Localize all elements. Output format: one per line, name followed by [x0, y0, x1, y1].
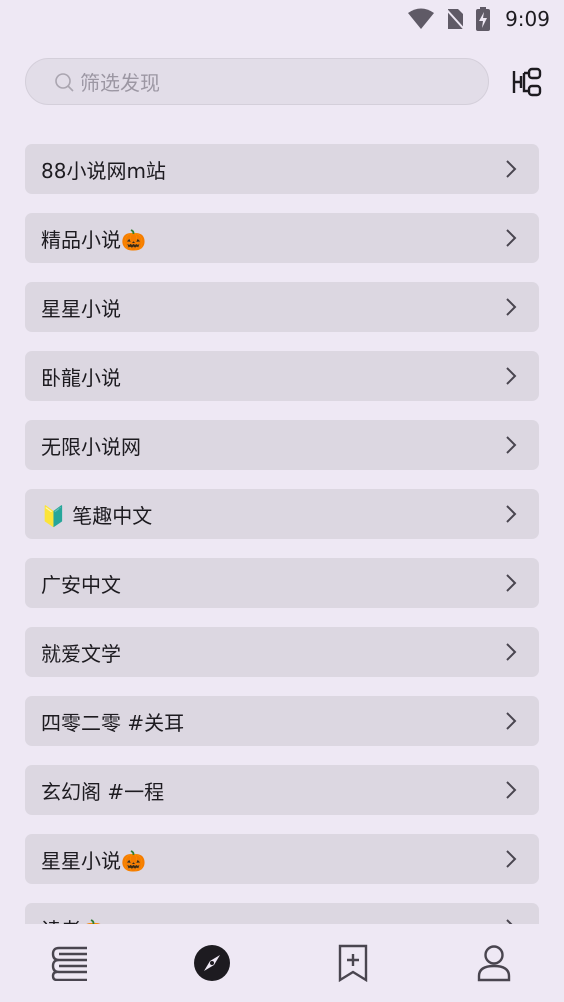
list-item-label: 88小说网m站 — [41, 158, 166, 183]
explore-icon — [193, 945, 230, 981]
list-item-label: 星星小说 — [41, 296, 121, 321]
list-item-label: 四零二零 #关耳 — [41, 710, 185, 735]
search-icon — [55, 72, 74, 92]
list-item[interactable]: 🔰 笔趣中文 — [25, 489, 539, 539]
list-item-label: 玄幻阁 #一程 — [41, 779, 165, 804]
list-item-label: 广安中文 — [41, 572, 121, 597]
chevron-right-icon — [505, 297, 517, 317]
list-item[interactable]: 广安中文 — [25, 558, 539, 608]
list-item[interactable]: 就爱文学 — [25, 627, 539, 677]
list-item[interactable]: 四零二零 #关耳 — [25, 696, 539, 746]
wifi-icon — [407, 8, 435, 30]
chevron-right-icon — [505, 504, 517, 524]
list-item[interactable]: 精品小说🎃 — [25, 213, 539, 263]
nav-bookshelf[interactable] — [41, 933, 101, 993]
list-item-label: 卧龍小说 — [41, 365, 121, 390]
profile-icon — [477, 945, 510, 982]
chevron-right-icon — [505, 228, 517, 248]
search-placeholder: 筛选发现 — [80, 71, 160, 95]
search-row: 筛选发现 — [25, 58, 545, 105]
chevron-right-icon — [505, 573, 517, 593]
chevron-right-icon — [505, 366, 517, 386]
rss-bookmark-icon — [338, 944, 367, 982]
battery-charging-icon — [475, 6, 491, 32]
nav-rss[interactable] — [323, 933, 383, 993]
list-item-label: 星星小说🎃 — [41, 848, 146, 873]
chevron-right-icon — [505, 642, 517, 662]
source-manage-button[interactable] — [510, 66, 544, 98]
source-list: 88小说网m站 精品小说🎃 星星小说 卧龍小说 无限小说网 🔰 笔趣中文 广安中… — [25, 144, 539, 924]
chevron-right-icon — [505, 159, 517, 179]
list-item[interactable]: 88小说网m站 — [25, 144, 539, 194]
chevron-right-icon — [505, 849, 517, 869]
bookshelf-icon — [51, 946, 87, 981]
status-bar: 9:09 — [0, 0, 564, 38]
list-item[interactable]: 无限小说网 — [25, 420, 539, 470]
list-item[interactable]: 卧龍小说 — [25, 351, 539, 401]
list-item-label: 无限小说网 — [41, 434, 141, 459]
list-item[interactable]: 星星小说 — [25, 282, 539, 332]
list-item-label: 读者🎃 — [41, 914, 106, 925]
no-sim-icon — [445, 7, 465, 31]
list-item-label: 🔰 笔趣中文 — [41, 503, 153, 528]
status-time: 9:09 — [505, 7, 550, 31]
list-item-label: 就爱文学 — [41, 641, 121, 666]
bottom-nav — [0, 924, 564, 1002]
source-manage-icon — [512, 67, 542, 97]
list-item[interactable]: 玄幻阁 #一程 — [25, 765, 539, 815]
list-item-label: 精品小说🎃 — [41, 227, 146, 252]
nav-profile[interactable] — [464, 933, 524, 993]
chevron-right-icon — [505, 780, 517, 800]
search-input[interactable]: 筛选发现 — [25, 58, 489, 105]
list-item[interactable]: 星星小说🎃 — [25, 834, 539, 884]
chevron-right-icon — [505, 435, 517, 455]
nav-explore[interactable] — [182, 933, 242, 993]
list-item[interactable]: 读者🎃 — [25, 903, 539, 924]
chevron-right-icon — [505, 711, 517, 731]
